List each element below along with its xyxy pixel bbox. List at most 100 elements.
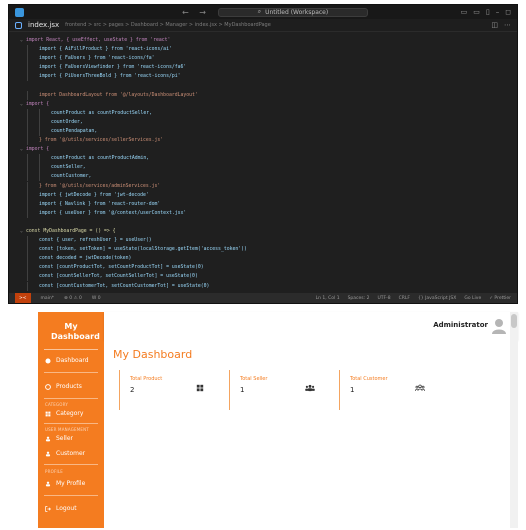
sidebar-item-dashboard[interactable]: Dashboard	[45, 357, 89, 364]
sidebar-item-label: Customer	[56, 450, 86, 457]
users-icon	[305, 384, 315, 392]
language-status[interactable]: {} JavaScript JSX	[418, 296, 456, 301]
golive-button[interactable]: Go Live	[464, 296, 481, 301]
dashboard-app: My Dashboard Dashboard Products CATEGORY…	[38, 312, 518, 528]
code-text: import {	[26, 147, 50, 153]
card-value: 1	[350, 386, 355, 394]
panel-toggle-icon[interactable]: ▭	[473, 8, 480, 16]
card-label: Total Product	[130, 376, 163, 382]
sidebar-divider	[44, 495, 98, 496]
card-value: 2	[130, 386, 135, 394]
sidebar-item-my-profile[interactable]: My Profile	[45, 480, 85, 487]
scrollbar[interactable]	[510, 312, 518, 528]
code-line: countSeller,	[27, 163, 517, 173]
prettier-status[interactable]: ✓ Prettier	[489, 296, 511, 301]
stat-card-customer: Total Customer 1	[339, 370, 437, 410]
card-value: 1	[240, 386, 245, 394]
code-editor-window: ← → ⌕ Untitled (Workspace) ▭ ▭ ▯ – ◻ ind…	[8, 4, 518, 304]
code-text: import { AiFillProduct } from 'react-ico…	[39, 47, 172, 53]
sidebar-item-label: My Profile	[56, 480, 86, 487]
code-line: } from '@/utils/services/sellerServices.…	[27, 136, 517, 146]
code-line: import { AiFillProduct } from 'react-ico…	[27, 45, 517, 55]
sidebar-item-label: Seller	[56, 435, 73, 442]
section-label-category: CATEGORY	[45, 402, 69, 407]
logout-icon	[45, 505, 51, 512]
stat-card-product: Total Product 2	[119, 370, 217, 410]
profile-icon	[45, 481, 51, 486]
code-text: const [countCustomerTot, setCountCustome…	[39, 283, 210, 289]
split-editor-icon[interactable]: ◫	[491, 21, 498, 29]
code-line: const [countSellerTot, setCountSellerTot…	[27, 272, 517, 282]
sidebar-divider	[44, 398, 98, 399]
code-text: countOrder,	[51, 119, 83, 125]
code-text: } from '@/utils/services/sellerServices.…	[39, 138, 164, 144]
code-line: ⌄ import {	[20, 147, 50, 153]
eol-status[interactable]: CRLF	[399, 296, 410, 301]
sidebar-item-logout[interactable]: Logout	[45, 505, 77, 512]
indent-status[interactable]: Spaces: 2	[348, 296, 370, 301]
remote-indicator[interactable]: ><	[15, 293, 31, 303]
code-line: ⌄ import React, { useEffect, useState } f…	[20, 38, 171, 44]
editor-tabbar: index.jsx frontend > src > pages > Dashb…	[9, 19, 517, 32]
card-label: Total Customer	[350, 376, 388, 382]
sidebar-item-customer[interactable]: Customer	[45, 450, 85, 457]
code-line: const [token, setToken] = useState(local…	[27, 245, 517, 255]
page-title: My Dashboard	[113, 348, 193, 361]
jsx-file-icon	[15, 21, 22, 29]
cursor-position[interactable]: Ln 1, Col 1	[316, 296, 340, 301]
sidebar-item-label: Dashboard	[56, 357, 89, 364]
code-text: countProduct as countProductSeller,	[51, 110, 153, 116]
code-area[interactable]: ⌄ import React, { useEffect, useState } f…	[9, 34, 517, 293]
code-text: import { jwtDecode } from 'jwt-decode'	[39, 192, 149, 198]
code-text: import {	[26, 101, 50, 107]
code-line: countProduct as countProductAdmin,	[27, 154, 517, 164]
sidebar-item-products[interactable]: Products	[45, 383, 82, 390]
code-line: countCustomer,	[27, 172, 517, 182]
users-three-icon	[415, 384, 425, 391]
command-search-box[interactable]: ⌕ Untitled (Workspace)	[217, 7, 368, 17]
code-line: const { user, refreshUser } = useUser()	[27, 236, 517, 246]
sidebar-toggle-icon[interactable]: ▯	[486, 8, 490, 16]
avatar[interactable]	[492, 318, 506, 334]
code-text: countSeller,	[51, 165, 86, 171]
customer-icon	[45, 451, 51, 456]
ports-status[interactable]: W 0	[92, 296, 101, 301]
sidebar-item-seller[interactable]: Seller	[45, 435, 73, 442]
more-actions-icon[interactable]: ⋯	[504, 21, 511, 29]
topbar: Administrator	[104, 312, 518, 340]
sidebar-item-label: Logout	[56, 505, 77, 512]
nav-arrows-icon[interactable]: ← →	[182, 8, 210, 17]
maximize-icon[interactable]: ◻	[505, 8, 511, 16]
section-label-user-management: USER MANAGEMENT	[45, 427, 89, 432]
breadcrumb[interactable]: frontend > src > pages > Dashboard > Man…	[65, 22, 271, 28]
code-line: countOrder,	[27, 117, 517, 127]
products-icon	[45, 383, 51, 390]
sidebar-divider	[44, 423, 98, 424]
user-name[interactable]: Administrator	[433, 321, 488, 329]
sidebar-item-category[interactable]: Category	[45, 410, 83, 417]
brand-title[interactable]: My Dashboard	[51, 312, 100, 342]
scrollbar-thumb[interactable]	[511, 314, 517, 328]
editor-titlebar: ← → ⌕ Untitled (Workspace) ▭ ▭ ▯ – ◻	[9, 5, 517, 19]
editor-tab-filename[interactable]: index.jsx	[28, 21, 59, 29]
minimize-icon[interactable]: –	[496, 8, 500, 16]
code-text: const [countSellerTot, setCountSellerTot…	[39, 274, 198, 280]
code-line: import DashboardLayout from '@/layouts/D…	[27, 90, 517, 100]
vscode-logo-icon	[15, 7, 24, 17]
problems-status[interactable]: ⊗ 0 ⚠ 0	[64, 296, 82, 301]
stat-card-seller: Total Seller 1	[229, 370, 327, 410]
code-text: import { PiUsersThreeBold } from 'react-…	[39, 74, 181, 80]
code-text: countProduct as countProductAdmin,	[51, 156, 150, 162]
code-text: const [countProductTot, setCountProductT…	[39, 265, 204, 271]
sidebar-item-label: Products	[56, 383, 82, 390]
code-text: countPendapatan,	[51, 128, 98, 134]
main-content: My Dashboard Total Product 2 Total Selle…	[104, 340, 510, 528]
sidebar-divider	[44, 464, 98, 465]
code-line: const decoded = jwtDecode(token)	[27, 254, 517, 264]
code-text: const MyDashboardPage = () => {	[26, 229, 116, 235]
encoding-status[interactable]: UTF-8	[377, 296, 390, 301]
branch-status[interactable]: main*	[41, 296, 55, 301]
editor-statusbar: >< main* ⊗ 0 ⚠ 0 W 0 Ln 1, Col 1 Spaces:…	[9, 293, 517, 303]
layout-toggle-icon[interactable]: ▭	[461, 8, 468, 16]
code-text: import React, { useEffect, useState } fr…	[26, 38, 171, 44]
